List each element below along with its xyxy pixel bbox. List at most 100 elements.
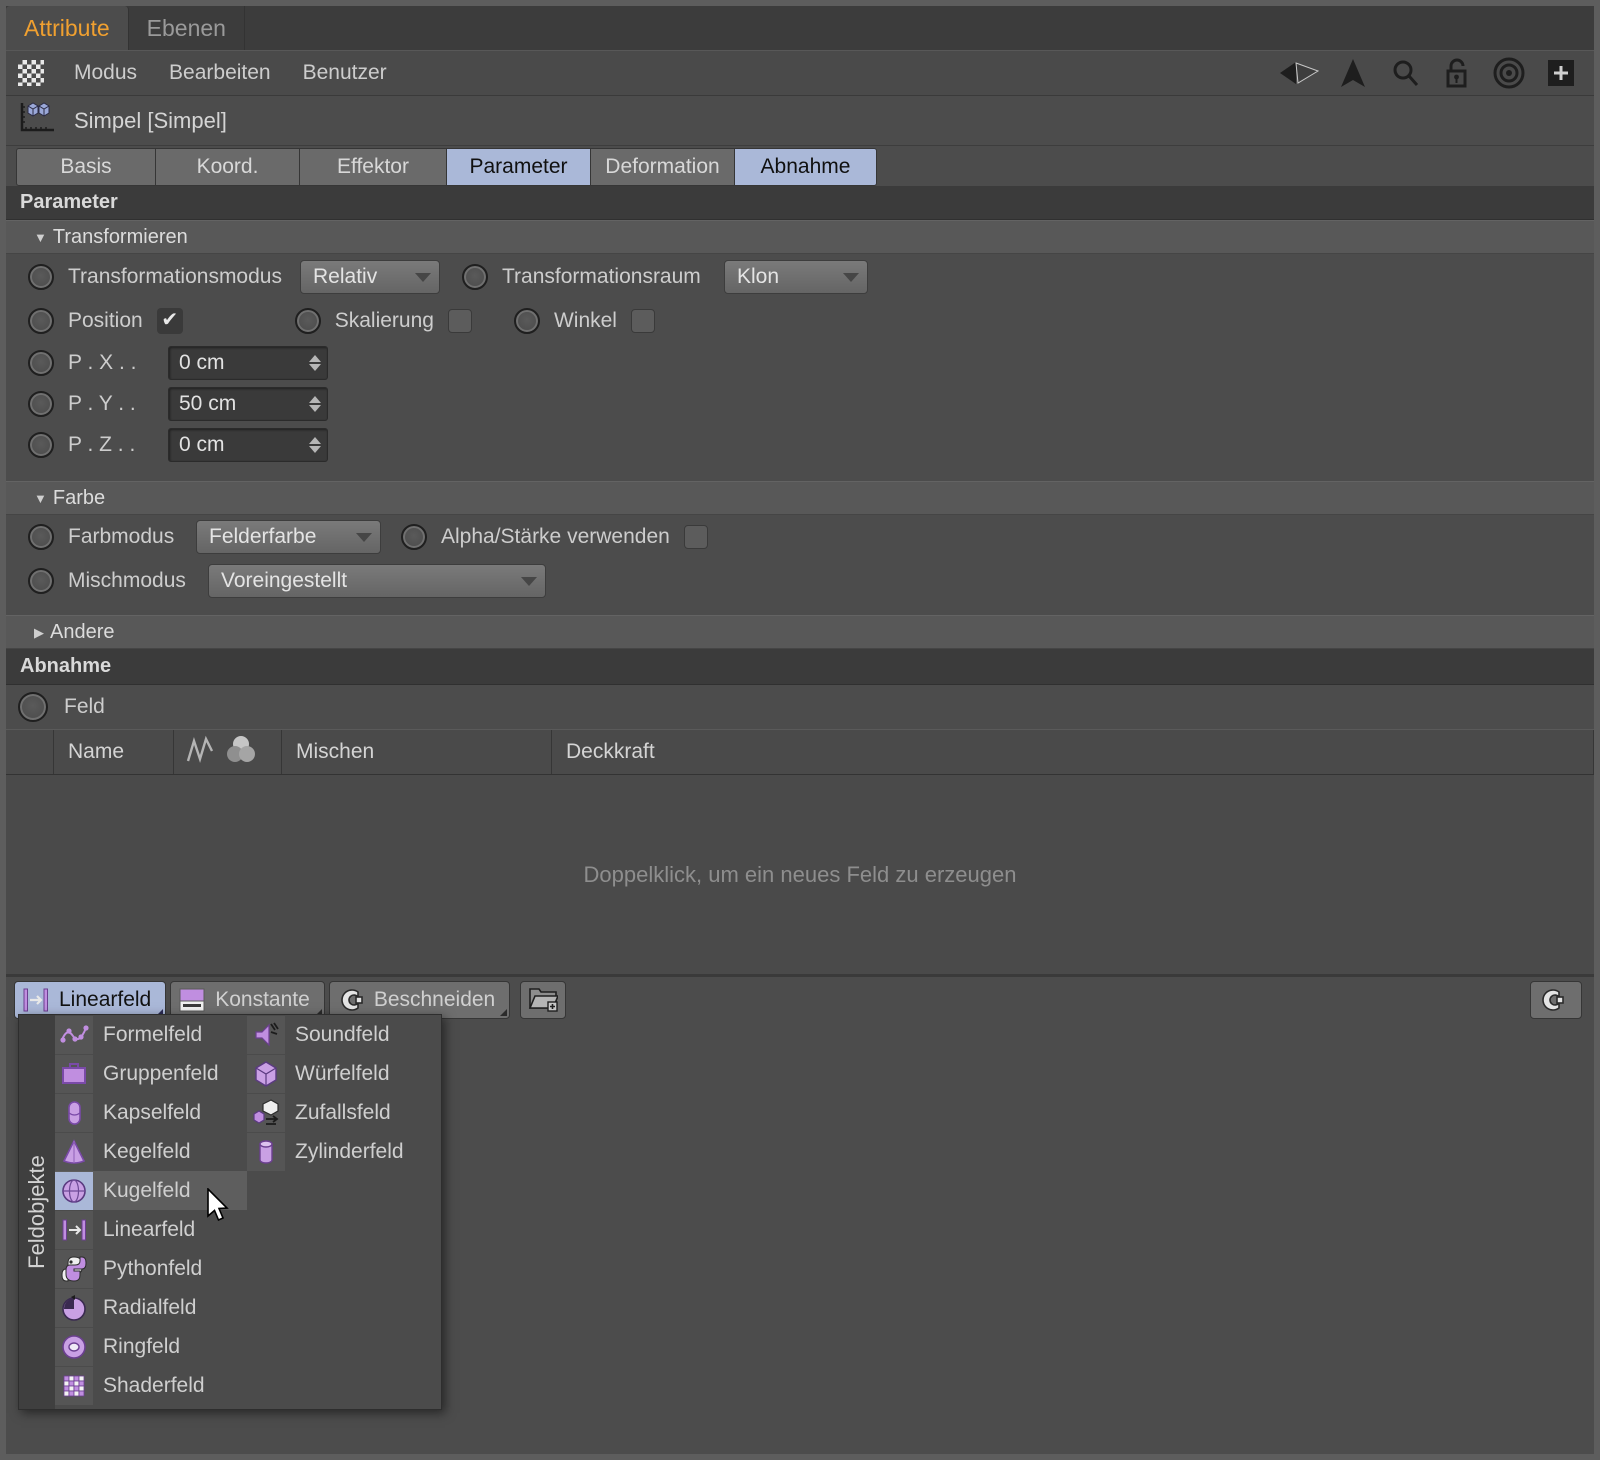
target-icon[interactable] xyxy=(1486,53,1532,93)
curve-icon xyxy=(184,733,216,771)
tab-abnahme[interactable]: Abnahme xyxy=(734,148,877,186)
section-header-parameter-label: Parameter xyxy=(20,191,118,213)
field-list-empty-message: Doppelklick, um ein neues Feld zu erzeug… xyxy=(583,861,1017,887)
capsule-field-icon xyxy=(55,1093,93,1132)
submenu-corner-indicator xyxy=(500,1009,508,1016)
box-field-icon xyxy=(247,1054,285,1093)
column-header-name[interactable]: Name xyxy=(54,730,174,774)
menu-item-gruppenfeld[interactable]: Gruppenfeld xyxy=(55,1054,247,1093)
window-tab-ebenen[interactable]: Ebenen xyxy=(128,6,245,50)
checkbox-position[interactable]: ✔ xyxy=(156,308,183,334)
menu-item-kapselfeld-label: Kapselfeld xyxy=(103,1100,202,1124)
subsection-andere[interactable]: ▶ Andere xyxy=(6,615,1594,649)
menu-item-kapselfeld[interactable]: Kapselfeld xyxy=(55,1093,247,1132)
column-header-deckkraft[interactable]: Deckkraft xyxy=(552,730,1594,774)
attribute-manager-window: Attribute Ebenen Modus Bearbeiten Benutz… xyxy=(0,0,1600,1460)
anim-track-toggle-feld[interactable] xyxy=(18,692,48,722)
menu-item-wuerfelfeld[interactable]: Würfelfeld xyxy=(247,1054,443,1093)
menu-bar: Modus Bearbeiten Benutzer xyxy=(6,50,1594,96)
back-arrow-icon[interactable] xyxy=(1278,53,1324,93)
subsection-transformieren[interactable]: ▼ Transformieren xyxy=(6,220,1594,254)
subsection-farbe[interactable]: ▼ Farbe xyxy=(6,481,1594,515)
layer-tab-beschneiden-right[interactable] xyxy=(1530,981,1582,1019)
anim-track-toggle-py[interactable] xyxy=(28,390,54,417)
section-header-abnahme-label: Abnahme xyxy=(20,655,112,677)
menu-item-formelfeld[interactable]: Formelfeld xyxy=(55,1015,247,1054)
page-title: Simpel [Simpel] xyxy=(74,107,227,133)
anim-track-toggle-skalierung[interactable] xyxy=(294,308,321,334)
menu-item-shaderfeld[interactable]: Shaderfeld xyxy=(55,1366,247,1405)
dropdown-farbmodus[interactable]: Felderfarbe xyxy=(196,520,381,554)
row-position-x: P . X . . 0 cm xyxy=(6,342,1594,383)
checkbox-skalierung[interactable] xyxy=(447,309,472,333)
new-folder-icon xyxy=(528,984,560,1017)
menu-item-radialfeld[interactable]: Radialfeld xyxy=(55,1288,247,1327)
linear-field-icon xyxy=(21,985,51,1015)
tab-koord[interactable]: Koord. xyxy=(155,148,300,186)
anim-track-toggle-winkel[interactable] xyxy=(513,308,540,334)
up-arrow-icon[interactable] xyxy=(1330,53,1376,93)
chevron-right-icon: ▶ xyxy=(34,624,44,640)
stepper-position-x[interactable] xyxy=(309,354,321,371)
anim-track-toggle-farbmodus[interactable] xyxy=(28,524,54,550)
anim-track-toggle-alpha[interactable] xyxy=(401,524,427,550)
window-tab-attribute[interactable]: Attribute xyxy=(6,6,129,50)
color-blend-icon xyxy=(224,732,258,772)
row-position-scale-angle: Position ✔ Skalierung Winkel xyxy=(6,300,1594,342)
chevron-down-icon xyxy=(843,272,859,282)
tab-effektor[interactable]: Effektor xyxy=(299,148,447,186)
dropdown-mischmodus[interactable]: Voreingestellt xyxy=(208,564,546,598)
search-icon[interactable] xyxy=(1382,53,1428,93)
column-header-state[interactable] xyxy=(6,730,54,774)
torus-field-icon xyxy=(55,1327,93,1366)
anim-track-toggle-transformationsmodus[interactable] xyxy=(28,264,54,290)
popup-columns: Formelfeld Gruppenfeld Kapselfeld Kegelf… xyxy=(55,1015,443,1409)
column-header-name-label: Name xyxy=(68,740,125,763)
tab-deformation[interactable]: Deformation xyxy=(590,148,735,186)
menu-item-wuerfelfeld-label: Würfelfeld xyxy=(295,1061,390,1085)
subsection-transformieren-label: Transformieren xyxy=(52,225,188,248)
tab-parameter[interactable]: Parameter xyxy=(446,148,591,186)
menu-item-zylinderfeld-label: Zylinderfeld xyxy=(295,1139,404,1163)
menu-item-ringfeld[interactable]: Ringfeld xyxy=(55,1327,247,1366)
dropdown-transformationsmodus[interactable]: Relativ xyxy=(300,260,440,294)
checkbox-alpha-staerke[interactable] xyxy=(683,525,708,549)
add-panel-icon[interactable] xyxy=(1538,53,1584,93)
dropdown-transformationsraum[interactable]: Klon xyxy=(724,260,868,294)
mograph-simple-effector-icon xyxy=(18,99,58,142)
anim-track-toggle-px[interactable] xyxy=(28,349,54,376)
menu-item-linearfeld-label: Linearfeld xyxy=(103,1217,196,1241)
menu-item-kegelfeld[interactable]: Kegelfeld xyxy=(55,1132,247,1171)
menu-item-pythonfeld[interactable]: Pythonfeld xyxy=(55,1249,247,1288)
field-list-body[interactable]: Doppelklick, um ein neues Feld zu erzeug… xyxy=(6,775,1594,975)
stepper-position-y[interactable] xyxy=(309,395,321,412)
row-farbmodus: Farbmodus Felderfarbe Alpha/Stärke verwe… xyxy=(6,515,1594,559)
sound-field-icon xyxy=(247,1015,285,1054)
menu-item-zufallsfeld[interactable]: Zufallsfeld xyxy=(247,1093,443,1132)
anim-track-toggle-transformationsraum[interactable] xyxy=(462,264,488,290)
column-header-icons[interactable] xyxy=(174,730,282,774)
tab-basis[interactable]: Basis xyxy=(16,148,156,186)
column-header-mischen[interactable]: Mischen xyxy=(282,730,552,774)
menu-item-gruppenfeld-label: Gruppenfeld xyxy=(103,1061,219,1085)
anim-track-toggle-pz[interactable] xyxy=(28,431,54,458)
input-position-y[interactable]: 50 cm xyxy=(168,386,328,421)
menu-item-zylinderfeld[interactable]: Zylinderfeld xyxy=(247,1132,443,1171)
menu-item-benutzer[interactable]: Benutzer xyxy=(287,61,403,85)
stepper-position-z[interactable] xyxy=(309,436,321,453)
lock-open-icon[interactable] xyxy=(1434,53,1480,93)
anim-track-toggle-position[interactable] xyxy=(28,308,54,334)
new-folder-button[interactable] xyxy=(520,981,567,1019)
popup-rail: Feldobjekte xyxy=(19,1015,55,1409)
input-position-z[interactable]: 0 cm xyxy=(168,427,328,462)
subsection-farbe-label: Farbe xyxy=(52,486,106,509)
row-feld: Feld xyxy=(6,685,1594,729)
menu-item-modus[interactable]: Modus xyxy=(58,61,153,85)
anim-track-toggle-mischmodus[interactable] xyxy=(28,568,54,594)
grid-icon[interactable] xyxy=(18,60,44,86)
menu-item-bearbeiten[interactable]: Bearbeiten xyxy=(153,61,287,85)
menu-item-soundfeld[interactable]: Soundfeld xyxy=(247,1015,443,1054)
checkbox-winkel[interactable] xyxy=(630,309,655,333)
input-position-x[interactable]: 0 cm xyxy=(168,345,328,380)
